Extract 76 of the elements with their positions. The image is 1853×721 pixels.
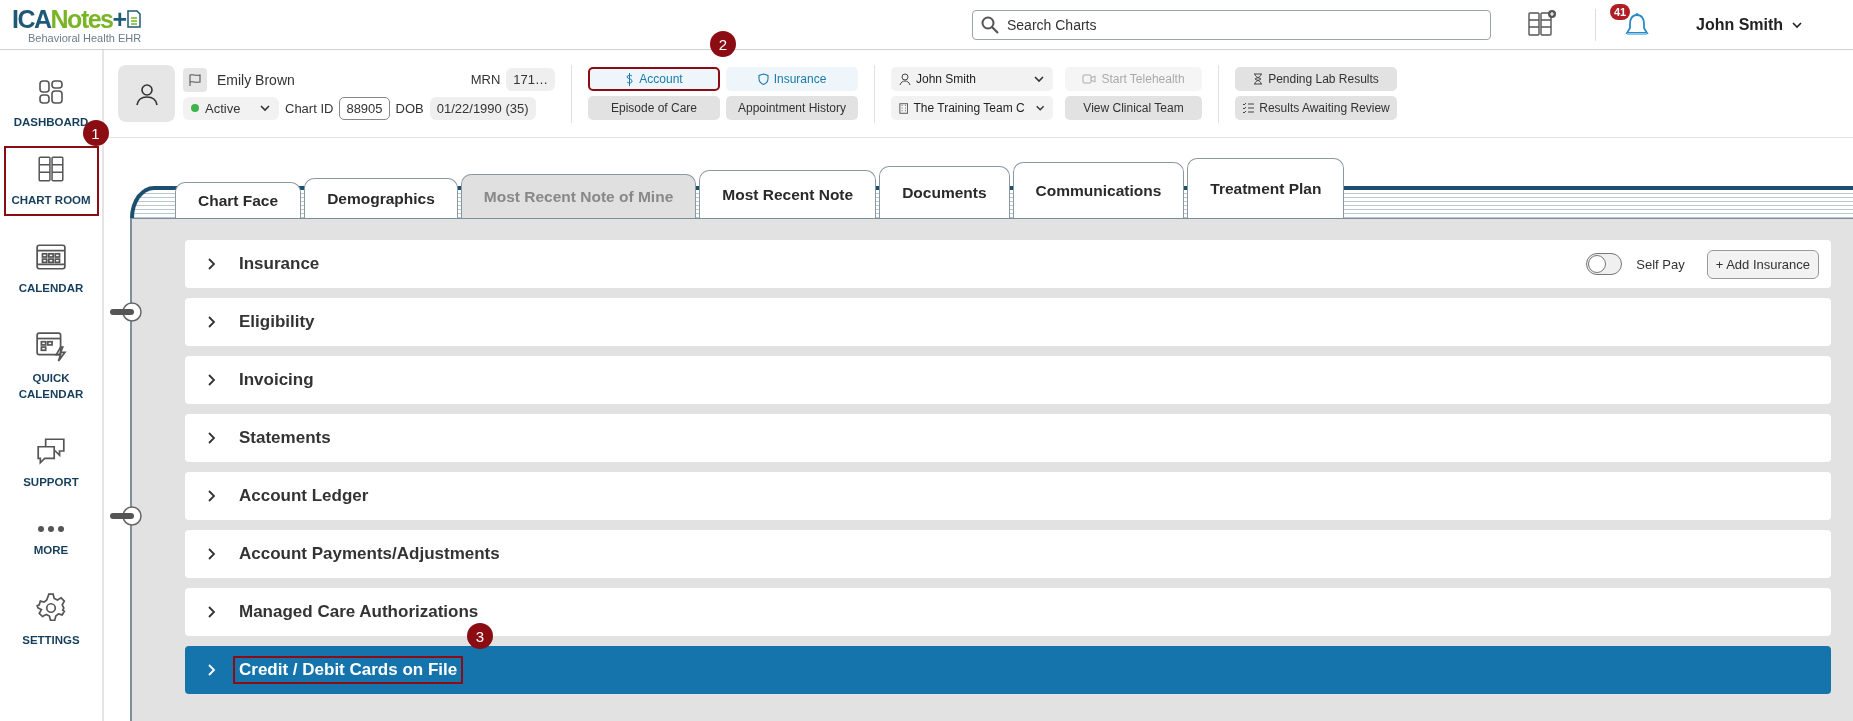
binder-ring-icon [110, 301, 144, 323]
calendar-bolt-icon [35, 330, 67, 362]
section-title: Managed Care Authorizations [238, 601, 480, 623]
tab[interactable]: Demographics [304, 178, 458, 218]
mrn-value: 171… [506, 68, 555, 91]
accordion-section[interactable]: Account Payments/Adjustments [185, 530, 1831, 578]
dob-value: 01/22/1990 (35) [429, 96, 536, 120]
clinical-team-button[interactable]: View Clinical Team [1065, 96, 1202, 120]
settings-icon [35, 592, 67, 624]
hourglass-icon [1253, 73, 1264, 85]
notification-count: 41 [1610, 3, 1631, 20]
sidebar-item[interactable]: CALENDAR [3, 234, 99, 304]
results-button[interactable]: Results Awaiting Review [1235, 96, 1397, 120]
user-menu[interactable]: John Smith [1690, 14, 1810, 35]
search-field[interactable]: Search Charts [972, 9, 1491, 40]
patient-name: Emily Brown [217, 71, 295, 88]
flag-button[interactable] [183, 67, 207, 92]
tab[interactable]: Most Recent Note [699, 170, 877, 218]
chevron-down-icon [259, 102, 271, 114]
sidebar-item[interactable]: QUICK CALENDAR [3, 322, 99, 410]
chart-id-label: Chart ID [285, 100, 334, 116]
step-badge: 2 [710, 31, 736, 57]
self-pay-toggle[interactable] [1586, 253, 1623, 275]
team-dropdown[interactable]: The Training Team C [891, 96, 1053, 120]
sidebar-item[interactable]: SETTINGS [3, 584, 99, 656]
sidebar-item[interactable]: CHART ROOM [3, 146, 99, 216]
more-icon [37, 524, 65, 534]
provider-dropdown[interactable]: John Smith [891, 67, 1053, 91]
section-title: Statements [238, 427, 332, 449]
file-cabinet-icon [37, 154, 65, 184]
tab[interactable]: Treatment Plan [1187, 158, 1345, 218]
tab[interactable]: Communications [1012, 162, 1185, 218]
flag-icon [188, 72, 202, 87]
add-insurance-button[interactable]: + Add Insurance [1706, 249, 1819, 279]
section-title: Account Ledger [238, 485, 370, 507]
shield-icon [757, 73, 769, 85]
section-title: Account Payments/Adjustments [238, 543, 501, 565]
video-camera-icon [1082, 74, 1097, 84]
logo-subtitle: Behavioral Health EHR [28, 31, 142, 44]
status-dot [191, 104, 199, 112]
logo[interactable]: ICANotes+ [12, 5, 142, 32]
sidebar-item[interactable]: MORE [3, 516, 99, 566]
accordion-section[interactable]: Invoicing [185, 356, 1831, 404]
accordion-section[interactable]: Account Ledger [185, 472, 1831, 520]
chat-bubbles-icon [35, 436, 67, 466]
dollar-icon [625, 72, 635, 86]
results-button[interactable]: Pending Lab Results [1235, 67, 1397, 91]
binder-ring-icon [110, 505, 144, 527]
calendar-icon [35, 242, 67, 272]
chart-id-field: 88905 [339, 96, 390, 120]
mrn-label: MRN [470, 72, 501, 87]
chart-action-button[interactable]: Account [588, 67, 720, 91]
accordion-section[interactable]: Insurance Self Pay + Add Insurance [185, 240, 1831, 288]
search-icon [981, 15, 999, 34]
sidebar-item[interactable]: SUPPORT [3, 428, 99, 498]
section-title: Invoicing [238, 369, 315, 391]
tab[interactable]: Documents [879, 166, 1010, 218]
section-title: Credit / Debit Cards on File [233, 656, 464, 684]
dob-label: DOB [395, 100, 424, 116]
tab[interactable]: Chart Face [175, 182, 302, 218]
checklist-icon [1242, 102, 1255, 114]
section-title: Eligibility [238, 311, 316, 333]
person-icon [899, 73, 911, 85]
chevron-down-icon [1033, 73, 1045, 85]
accordion-section[interactable]: Eligibility [185, 298, 1831, 346]
person-icon [134, 81, 159, 106]
building-icon [899, 101, 909, 115]
chart-action-button[interactable]: Insurance [726, 67, 858, 91]
section-title: Insurance [238, 253, 321, 275]
status-dropdown[interactable]: Active [183, 96, 279, 120]
accordion-section[interactable]: Credit / Debit Cards on File [185, 646, 1831, 694]
dashboard-icon [37, 78, 65, 106]
chart-action-button[interactable]: Episode of Care [588, 96, 720, 120]
chart-action-button[interactable]: Appointment History [726, 96, 858, 120]
accordion-section[interactable]: Statements [185, 414, 1831, 462]
self-pay-label: Self Pay [1636, 256, 1685, 272]
